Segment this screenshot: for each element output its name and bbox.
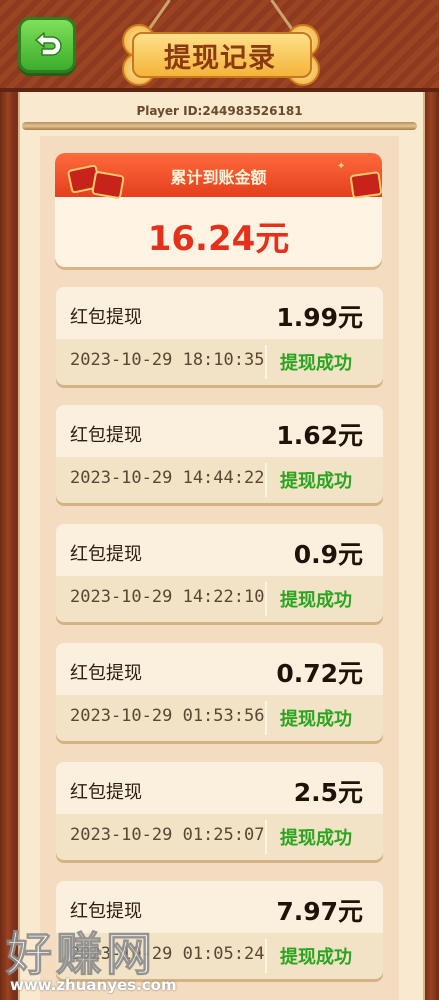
- total-header: ✦ 累计到账金额: [55, 153, 382, 200]
- back-arrow-icon: [35, 32, 62, 56]
- record-card: 红包提现 0.72元 2023-10-29 01:53:56 提现成功: [56, 643, 383, 741]
- record-amount: 1.99元: [276, 303, 363, 332]
- total-amount: 16.24元: [147, 219, 290, 259]
- record-status: 提现成功: [280, 947, 352, 968]
- record-amount: 0.72元: [276, 659, 363, 688]
- record-status: 提现成功: [280, 471, 352, 492]
- total-label: 累计到账金额: [170, 168, 267, 187]
- record-card: 红包提现 0.9元 2023-10-29 14:22:10 提现成功: [56, 524, 383, 622]
- record-title: 红包提现: [70, 782, 142, 803]
- record-title: 红包提现: [70, 425, 142, 446]
- record-time: 2023-10-29 18:10:35: [70, 350, 265, 370]
- record-time: 2023-10-29 14:44:22: [70, 468, 265, 488]
- record-status: 提现成功: [280, 590, 352, 611]
- scroll-rod: [22, 122, 417, 130]
- watermark-url: www.zhuanyes.com: [10, 976, 177, 994]
- record-time: 2023-10-29 01:53:56: [70, 706, 265, 726]
- record-card: 红包提现 1.99元 2023-10-29 18:10:35 提现成功: [56, 287, 383, 385]
- record-status: 提现成功: [280, 828, 352, 849]
- record-status: 提现成功: [280, 709, 352, 730]
- record-card: 红包提现 1.62元 2023-10-29 14:44:22 提现成功: [56, 405, 383, 503]
- title-plaque: 提现记录: [122, 22, 320, 86]
- page-title: 提现记录: [164, 43, 276, 74]
- record-title: 红包提现: [70, 663, 142, 684]
- watermark-text: 好赚网: [6, 927, 156, 982]
- record-amount: 7.97元: [276, 897, 363, 926]
- record-amount: 1.62元: [276, 421, 363, 450]
- record-status: 提现成功: [280, 353, 352, 374]
- record-title: 红包提现: [70, 544, 142, 565]
- record-time: 2023-10-29 14:22:10: [70, 587, 265, 607]
- record-amount: 0.9元: [293, 540, 363, 569]
- total-card: ✦ 累计到账金额 16.24元: [55, 153, 382, 267]
- record-amount: 2.5元: [293, 778, 363, 807]
- record-card: 红包提现 2.5元 2023-10-29 01:25:07 提现成功: [56, 762, 383, 860]
- player-id: Player ID:244983526181: [136, 104, 303, 118]
- back-button[interactable]: [18, 17, 76, 73]
- record-time: 2023-10-29 01:25:07: [70, 825, 265, 845]
- watermark: 好赚网 www.zhuanyes.com: [0, 918, 200, 1000]
- record-title: 红包提现: [70, 307, 142, 328]
